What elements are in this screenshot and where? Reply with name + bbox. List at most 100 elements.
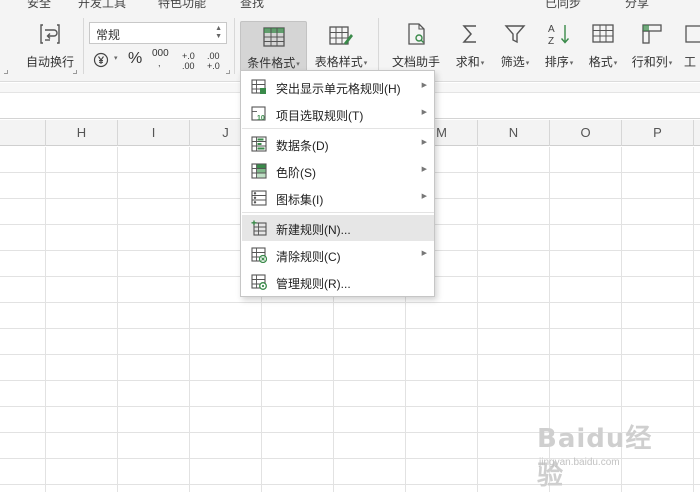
sum-button[interactable]: 求和▾: [452, 12, 488, 72]
table-style-icon: [329, 26, 353, 45]
column-header-n[interactable]: N: [478, 120, 550, 146]
menu-item-label: 项目选取规则(T): [276, 109, 364, 123]
column-header-o[interactable]: O: [550, 120, 622, 146]
column-header-p[interactable]: P: [622, 120, 694, 146]
chevron-down-icon: ▾: [363, 60, 368, 67]
color-scales-icon: [251, 163, 267, 179]
chevron-down-icon: ▾: [480, 60, 485, 67]
divider: [83, 18, 84, 74]
currency-button[interactable]: ▾: [93, 50, 123, 72]
menu-item-highlight-cells-rules[interactable]: 突出显示单元格规则(H) ▶: [242, 74, 434, 100]
doc-assistant-label: 文档助手: [391, 55, 440, 69]
tools-button[interactable]: 工: [682, 12, 700, 72]
tab-strip: 安全 开发工具 特色功能 查找 已同步 分享: [0, 0, 700, 12]
submenu-arrow-icon: ▶: [421, 109, 427, 116]
group-launcher[interactable]: [4, 70, 8, 74]
chevron-down-icon: ▾: [613, 60, 618, 67]
doc-assistant-icon: [408, 23, 425, 45]
column-header-i[interactable]: I: [118, 120, 190, 146]
auto-wrap-label: 自动换行: [25, 55, 74, 69]
submenu-arrow-icon: ▶: [421, 250, 427, 257]
number-format-value: 常规: [96, 28, 121, 42]
chevron-down-icon: ▾: [668, 60, 673, 67]
wrap-text-icon: [40, 24, 60, 44]
watermark-site: jingyan.baidu.com: [539, 457, 620, 468]
chevron-down-icon: ▾: [525, 60, 530, 67]
svg-text:+.0: +.0: [182, 51, 195, 61]
menu-item-label: 色阶(S): [276, 166, 316, 180]
menu-item-clear-rules[interactable]: 清除规则(C) ▶: [242, 242, 434, 268]
tab-search[interactable]: 查找: [240, 0, 264, 11]
submenu-arrow-icon: ▶: [421, 82, 427, 89]
new-rule-icon: [251, 220, 267, 236]
percent-button[interactable]: %: [128, 50, 146, 72]
thousands-separator-button[interactable]: 000 ,: [152, 48, 172, 72]
increase-decimal-button[interactable]: +.0 .00: [181, 50, 201, 72]
group-launcher[interactable]: [73, 70, 77, 74]
menu-item-new-rule[interactable]: 新建规则(N)...: [242, 215, 434, 241]
menu-item-top-bottom-rules[interactable]: 10 项目选取规则(T) ▶: [242, 101, 434, 127]
highlight-cells-icon: [251, 79, 266, 94]
conditional-format-icon: [262, 27, 285, 47]
svg-text:A: A: [548, 24, 555, 35]
tab-security[interactable]: 安全: [27, 0, 51, 11]
chevron-down-icon: ▾: [114, 55, 118, 62]
format-label: 格式: [588, 55, 613, 69]
watermark-brand: Baidu经验: [537, 424, 653, 491]
sort-label: 排序: [544, 55, 569, 69]
divider: [378, 18, 379, 74]
conditional-format-menu: 突出显示单元格规则(H) ▶ 10 项目选取规则(T) ▶ 数据条(D) ▶ 色…: [240, 70, 435, 297]
tab-developer-tools[interactable]: 开发工具: [78, 0, 126, 11]
menu-item-color-scales[interactable]: 色阶(S) ▶: [242, 158, 434, 184]
number-format-select[interactable]: 常规 ▲ ▼: [89, 22, 227, 44]
icon-sets-icon: [251, 190, 267, 206]
rows-cols-button[interactable]: 行和列▾: [628, 12, 676, 72]
increase-decimal-icon: +.0 .00: [182, 51, 195, 71]
svg-text:Z: Z: [548, 36, 554, 46]
group-launcher[interactable]: [226, 70, 230, 74]
share-button[interactable]: 分享: [625, 0, 649, 11]
tools-label: 工: [684, 55, 697, 69]
chevron-down-icon: ▾: [296, 61, 300, 68]
data-bars-icon: [251, 136, 267, 152]
menu-item-label: 新建规则(N)...: [276, 223, 351, 237]
conditional-format-button[interactable]: 条件格式▾: [240, 21, 307, 72]
comma-icon: ,: [158, 58, 161, 68]
menu-divider: [242, 212, 434, 213]
submenu-arrow-icon: ▶: [421, 166, 427, 173]
table-style-label: 表格样式: [314, 55, 363, 69]
filter-button[interactable]: 筛选▾: [496, 12, 534, 72]
sum-label: 求和: [455, 55, 480, 69]
menu-item-icon-sets[interactable]: 图标集(I) ▶: [242, 185, 434, 211]
tools-icon: [685, 25, 700, 43]
column-header-h[interactable]: H: [46, 120, 118, 146]
chevron-down-icon: ▾: [569, 60, 574, 67]
menu-item-label: 管理规则(R)...: [276, 277, 351, 291]
auto-wrap-button[interactable]: 自动换行: [22, 12, 78, 72]
menu-item-label: 清除规则(C): [276, 250, 341, 264]
menu-item-data-bars[interactable]: 数据条(D) ▶: [242, 131, 434, 157]
sort-button[interactable]: A Z 排序▾: [540, 12, 578, 72]
manage-rules-icon: [251, 274, 267, 290]
decrease-decimal-button[interactable]: .00 +.0: [206, 50, 226, 72]
sum-icon: [462, 25, 476, 43]
tab-special-features[interactable]: 特色功能: [158, 0, 206, 11]
conditional-format-label: 条件格式: [247, 56, 296, 70]
column-header-partial[interactable]: [0, 120, 46, 146]
divider: [234, 18, 235, 74]
menu-item-manage-rules[interactable]: 管理规则(R)...: [242, 269, 434, 295]
svg-text:+.0: +.0: [207, 61, 220, 71]
table-style-button[interactable]: 表格样式▾: [310, 21, 372, 72]
sync-status[interactable]: 已同步: [545, 0, 581, 11]
menu-divider: [242, 128, 434, 129]
menu-item-label: 突出显示单元格规则(H): [276, 82, 401, 96]
rows-cols-label: 行和列: [631, 55, 668, 69]
svg-text:.00: .00: [207, 51, 220, 61]
spinner-icon[interactable]: ▲ ▼: [215, 25, 222, 41]
menu-item-label: 数据条(D): [276, 139, 329, 153]
doc-assistant-button[interactable]: 文档助手: [388, 12, 444, 72]
clear-rules-icon: [251, 247, 267, 263]
svg-text:10: 10: [257, 115, 265, 122]
format-button[interactable]: 格式▾: [584, 12, 622, 72]
currency-icon: [93, 52, 109, 68]
